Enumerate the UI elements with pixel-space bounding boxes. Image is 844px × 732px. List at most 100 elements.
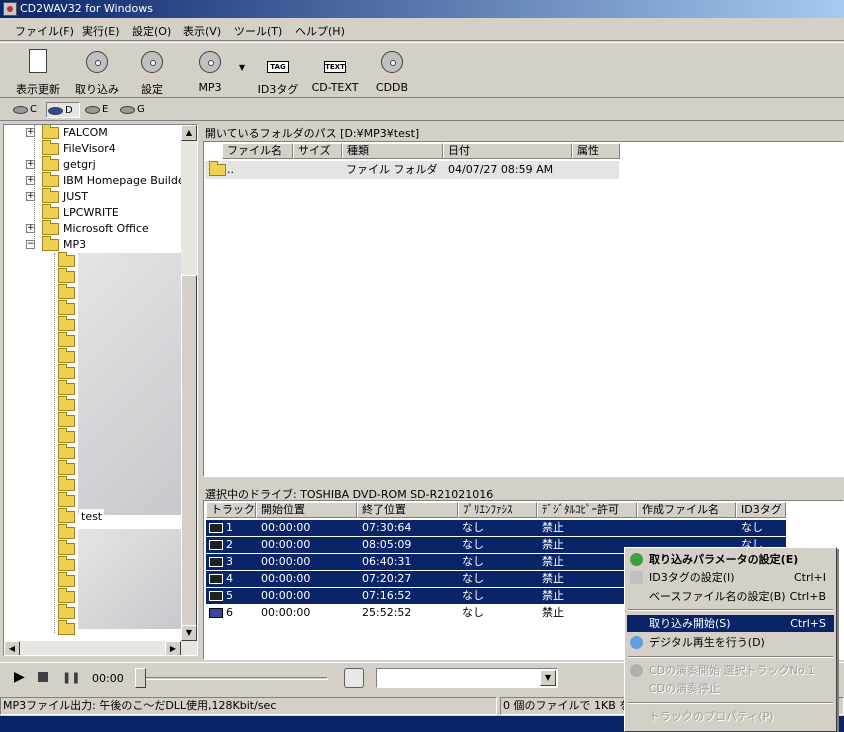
expand-icon[interactable]: + bbox=[26, 224, 35, 233]
tree-item-label: getgrj bbox=[63, 158, 96, 171]
settings-button[interactable]: 設定 bbox=[132, 47, 172, 97]
track-copy: 禁止 bbox=[542, 538, 564, 551]
menu-item-id3-settings[interactable]: ID3タグの設定(I) Ctrl+I bbox=[627, 569, 834, 586]
drive-g-button[interactable]: G bbox=[119, 102, 149, 118]
title-bar[interactable]: CD2WAV32 for Windows bbox=[0, 0, 844, 18]
cube-icon[interactable] bbox=[344, 668, 364, 688]
menu-item-digital-play[interactable]: デジタル再生を行う(D) bbox=[627, 634, 834, 651]
menu-view[interactable]: 表示(V) bbox=[183, 23, 221, 39]
rip-button[interactable]: 取り込み bbox=[70, 47, 124, 97]
track-no: 5 bbox=[226, 589, 233, 602]
track-row[interactable]: 1 00:00:00 07:30:64 なし 禁止 なし bbox=[206, 520, 786, 536]
collapse-icon[interactable]: − bbox=[26, 240, 35, 249]
file-list[interactable]: ファイル名 サイズ 種類 日付 属性 .. ファイル フォルダ 04/07/27… bbox=[203, 141, 844, 477]
col-digital-copy[interactable]: ﾃﾞｼﾞﾀﾙｺﾋﾟｰ許可 bbox=[537, 502, 637, 518]
scroll-up-icon[interactable]: ▲ bbox=[181, 125, 197, 141]
track-pre: なし bbox=[462, 589, 484, 602]
col-size[interactable]: サイズ bbox=[293, 143, 342, 159]
track-copy: 禁止 bbox=[542, 555, 564, 568]
cdtext-label: CD-TEXT bbox=[311, 81, 359, 94]
track-end: 07:16:52 bbox=[362, 589, 412, 602]
folder-tree[interactable]: + FALCOM FileVisor4 + getgrj + IBM Homepage… bbox=[3, 124, 198, 656]
scroll-right-icon[interactable]: ▶ bbox=[165, 641, 181, 655]
folder-icon bbox=[58, 396, 75, 411]
drive-d-button[interactable]: D bbox=[46, 102, 80, 118]
col-type[interactable]: 種類 bbox=[342, 143, 443, 159]
cddb-button[interactable]: CDDB bbox=[372, 47, 412, 97]
track-no: 2 bbox=[226, 538, 233, 551]
pause-icon[interactable]: ❚❚ bbox=[62, 671, 80, 684]
folder-names-hidden bbox=[78, 253, 182, 515]
folder-icon bbox=[58, 412, 75, 427]
play-icon[interactable]: ▶ bbox=[14, 669, 25, 685]
scroll-down-icon[interactable]: ▼ bbox=[181, 625, 197, 641]
drive-e-button[interactable]: E bbox=[84, 102, 114, 118]
id3tag-label: ID3タグ bbox=[257, 83, 299, 96]
drive-icon bbox=[13, 106, 28, 114]
file-row[interactable]: .. ファイル フォルダ 04/07/27 08:59 AM bbox=[205, 161, 619, 179]
track-start: 00:00:00 bbox=[261, 521, 311, 534]
expand-icon[interactable]: + bbox=[26, 176, 35, 185]
col-date[interactable]: 日付 bbox=[443, 143, 572, 159]
menu-run[interactable]: 実行(E) bbox=[82, 23, 120, 39]
expand-icon[interactable]: + bbox=[26, 160, 35, 169]
menu-item-rip-params[interactable]: 取り込みパラメータの設定(E) bbox=[627, 551, 834, 568]
refresh-label: 表示更新 bbox=[16, 83, 60, 96]
menu-item-shortcut: Ctrl+I bbox=[793, 571, 826, 584]
scroll-thumb[interactable] bbox=[181, 275, 197, 639]
seek-track[interactable] bbox=[138, 677, 328, 680]
folder-icon bbox=[58, 252, 75, 267]
stop-icon[interactable] bbox=[38, 672, 48, 682]
folder-icon bbox=[58, 604, 75, 619]
scroll-left-icon[interactable]: ◀ bbox=[4, 641, 20, 655]
mp3-button[interactable]: MP3 bbox=[190, 47, 230, 97]
toolbar: 表示更新 取り込み 設定 MP3 ▼ TAG ID3タグ TEXT CD-TEX… bbox=[0, 42, 844, 98]
col-end[interactable]: 終了位置 bbox=[357, 502, 458, 518]
menu-item-basename[interactable]: ベースファイル名の設定(B) Ctrl+B bbox=[627, 588, 834, 605]
text-icon: TEXT bbox=[320, 47, 350, 77]
params-icon bbox=[630, 553, 643, 566]
track-pre: なし bbox=[462, 606, 484, 619]
col-filename[interactable]: ファイル名 bbox=[222, 143, 293, 159]
mp3-dropdown-icon[interactable]: ▼ bbox=[239, 63, 245, 72]
track-pre: なし bbox=[462, 572, 484, 585]
folder-icon bbox=[58, 428, 75, 443]
menu-tools[interactable]: ツール(T) bbox=[234, 23, 282, 39]
app-icon[interactable] bbox=[3, 2, 17, 16]
menu-item-start-rip[interactable]: 取り込み開始(S) Ctrl+S bbox=[627, 615, 834, 632]
tree-item-label: JUST bbox=[63, 190, 88, 203]
cdtext-button[interactable]: TEXT CD-TEXT bbox=[308, 47, 362, 97]
folder-icon bbox=[58, 572, 75, 587]
id3tag-button[interactable]: TAG ID3タグ bbox=[256, 47, 300, 97]
track-start: 00:00:00 bbox=[261, 572, 311, 585]
col-track[interactable]: トラック bbox=[206, 502, 256, 518]
menu-settings[interactable]: 設定(O) bbox=[132, 23, 171, 39]
refresh-button[interactable]: 表示更新 bbox=[10, 47, 66, 97]
device-select[interactable]: ▼ bbox=[376, 668, 558, 688]
play-time: 00:00 bbox=[92, 672, 124, 685]
col-id3[interactable]: ID3タグ bbox=[736, 502, 786, 518]
settings-label: 設定 bbox=[141, 83, 163, 96]
menu-item-label: CDの演奏停止 bbox=[649, 682, 721, 695]
col-output-file[interactable]: 作成ファイル名 bbox=[637, 502, 736, 518]
drive-icon bbox=[120, 106, 135, 114]
drive-c-button[interactable]: C bbox=[12, 102, 42, 118]
folder-path-label: 開いているフォルダのパス [D:¥MP3¥test] bbox=[205, 127, 420, 140]
col-start[interactable]: 開始位置 bbox=[256, 502, 357, 518]
dropdown-arrow-icon[interactable]: ▼ bbox=[540, 670, 556, 686]
track-copy: 禁止 bbox=[542, 521, 564, 534]
expand-icon[interactable]: + bbox=[26, 128, 35, 137]
tree-item-label: LPCWRITE bbox=[63, 206, 119, 219]
col-preemphasis[interactable]: ﾌﾟﾘｴﾝﾌｧｼｽ bbox=[458, 502, 537, 518]
seek-slider[interactable] bbox=[135, 668, 146, 688]
mp3-icon bbox=[195, 47, 225, 77]
expand-icon[interactable]: + bbox=[26, 192, 35, 201]
track-no: 1 bbox=[226, 521, 233, 534]
col-attr[interactable]: 属性 bbox=[572, 143, 620, 159]
menu-file[interactable]: ファイル(F) bbox=[15, 23, 74, 39]
folder-icon bbox=[42, 188, 59, 203]
menu-item-label: ベースファイル名の設定(B) bbox=[649, 590, 786, 603]
folder-icon bbox=[58, 364, 75, 379]
folder-icon bbox=[58, 588, 75, 603]
menu-help[interactable]: ヘルプ(H) bbox=[295, 23, 345, 39]
